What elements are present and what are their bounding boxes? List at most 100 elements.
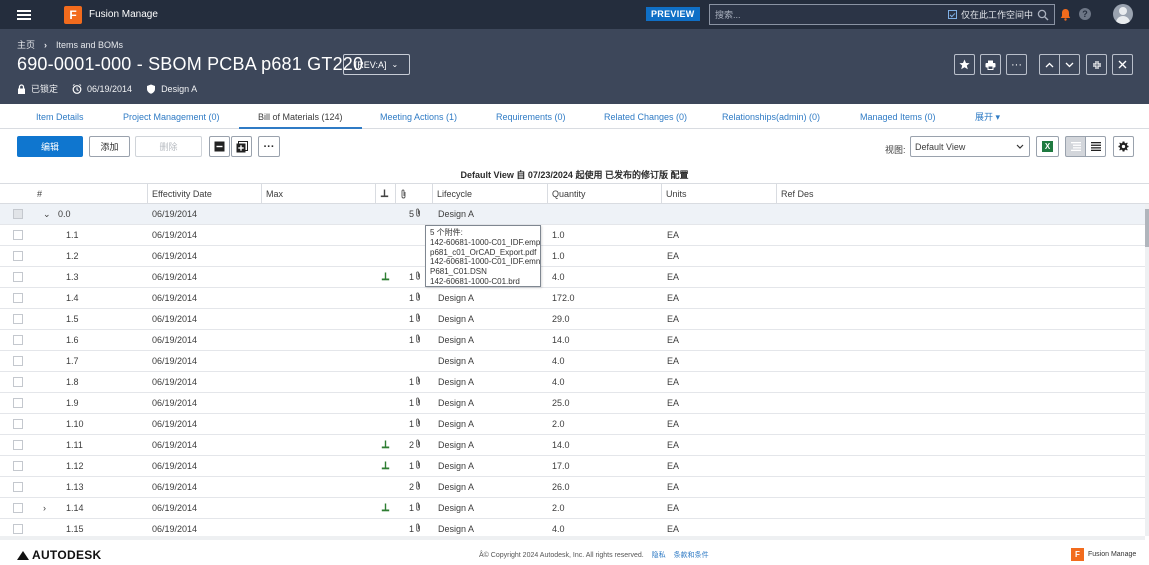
table-row[interactable]: 1.13 06/19/2014 Design A 26.0 EA 2 [0, 477, 1145, 498]
bookmark-button[interactable] [954, 54, 975, 75]
row-checkbox[interactable] [13, 482, 23, 492]
row-checkbox[interactable] [13, 230, 23, 240]
column-header-max[interactable]: Max [261, 184, 375, 204]
tab-bill-of-materials[interactable]: Bill of Materials (124) [239, 104, 362, 129]
row-checkbox[interactable] [13, 272, 23, 282]
attachment-count[interactable]: 2 [409, 435, 421, 456]
flat-view-button[interactable] [1085, 136, 1106, 157]
column-header-attachments[interactable] [395, 184, 432, 204]
row-checkbox[interactable] [13, 440, 23, 450]
attachment-count[interactable]: 2 [409, 477, 421, 498]
view-select[interactable]: Default View [910, 136, 1030, 157]
column-header-ref-des[interactable]: Ref Des [776, 184, 1145, 204]
revision-select[interactable]: [REV:A] ⌄ [343, 54, 410, 75]
table-row[interactable]: 1.2 06/19/2014 1.0 EA [0, 246, 1145, 267]
table-row[interactable]: 1.3 06/19/2014 4.0 EA 1 [0, 267, 1145, 288]
tree-view-button[interactable] [1065, 136, 1086, 157]
table-row[interactable]: 1.6 06/19/2014 Design A 14.0 EA 1 [0, 330, 1145, 351]
pinned-icon[interactable] [381, 503, 390, 512]
pinned-icon[interactable] [381, 440, 390, 449]
tab-requirements[interactable]: Requirements (0) [496, 104, 566, 129]
table-row[interactable]: 1.4 06/19/2014 Design A 172.0 EA 1 [0, 288, 1145, 309]
column-header-number[interactable]: # [33, 184, 147, 204]
edit-button[interactable]: 编辑 [17, 136, 83, 157]
avatar[interactable] [1113, 4, 1133, 24]
table-row[interactable]: 1.1 06/19/2014 1.0 EA [0, 225, 1145, 246]
row-checkbox[interactable] [13, 251, 23, 261]
attachment-count[interactable]: 1 [409, 372, 421, 393]
row-checkbox[interactable] [13, 209, 23, 219]
app-title[interactable]: Fusion Manage [89, 9, 158, 20]
breadcrumb-home[interactable]: 主页 [17, 38, 35, 51]
table-row[interactable]: 1.9 06/19/2014 Design A 25.0 EA 1 [0, 393, 1145, 414]
attachment-count[interactable]: 1 [409, 456, 421, 477]
row-checkbox[interactable] [13, 398, 23, 408]
table-row[interactable]: 1.12 06/19/2014 Design A 17.0 EA 1 [0, 456, 1145, 477]
menu-icon[interactable] [17, 9, 31, 20]
vertical-scrollbar[interactable] [1145, 204, 1149, 536]
tab-project-management[interactable]: Project Management (0) [123, 104, 220, 129]
chevron-right-icon[interactable]: › [43, 498, 46, 519]
row-checkbox[interactable] [13, 335, 23, 345]
collapse-all-button[interactable] [209, 136, 230, 157]
row-checkbox[interactable] [13, 293, 23, 303]
expand-all-button[interactable] [231, 136, 252, 157]
tab-expand-more[interactable]: 展开 ▾ [975, 104, 1000, 129]
table-row[interactable]: 1.8 06/19/2014 Design A 4.0 EA 1 [0, 372, 1145, 393]
next-item-button[interactable] [1059, 54, 1080, 75]
row-checkbox[interactable] [13, 419, 23, 429]
attachment-count[interactable]: 5 [409, 204, 421, 225]
table-row[interactable]: 1.7 06/19/2014 Design A 4.0 EA [0, 351, 1145, 372]
previous-item-button[interactable] [1039, 54, 1060, 75]
pinned-icon[interactable] [381, 461, 390, 470]
column-header-effectivity-date[interactable]: Effectivity Date [147, 184, 261, 204]
attachment-count[interactable]: 1 [409, 519, 421, 536]
more-actions-button[interactable]: ··· [1006, 54, 1027, 75]
column-header-lifecycle[interactable]: Lifecycle [432, 184, 547, 204]
search-input[interactable] [710, 9, 948, 20]
pinned-icon[interactable] [381, 272, 390, 281]
attachment-count[interactable]: 1 [409, 414, 421, 435]
delete-button[interactable]: 删除 [135, 136, 202, 157]
attachment-count[interactable]: 1 [409, 393, 421, 414]
table-row[interactable]: › 1.14 06/19/2014 Design A 2.0 EA 1 [0, 498, 1145, 519]
row-checkbox[interactable] [13, 377, 23, 387]
terms-link[interactable]: 条款和条件 [674, 552, 709, 559]
tab-item-details[interactable]: Item Details [36, 104, 84, 129]
attachment-count[interactable]: 1 [409, 309, 421, 330]
attachment-count[interactable]: 1 [409, 288, 421, 309]
table-row[interactable]: 1.10 06/19/2014 Design A 2.0 EA 1 [0, 414, 1145, 435]
scrollbar-thumb[interactable] [1145, 209, 1149, 247]
toolbar-more-button[interactable]: ··· [258, 136, 280, 157]
column-header-quantity[interactable]: Quantity [547, 184, 661, 204]
export-excel-button[interactable]: X [1036, 136, 1059, 157]
chevron-down-icon[interactable]: ⌄ [43, 204, 51, 225]
tab-related-changes[interactable]: Related Changes (0) [604, 104, 687, 129]
add-button[interactable]: 添加 [89, 136, 130, 157]
row-checkbox[interactable] [13, 356, 23, 366]
attachment-count[interactable]: 1 [409, 498, 421, 519]
tab-meeting-actions[interactable]: Meeting Actions (1) [380, 104, 457, 129]
print-button[interactable] [980, 54, 1001, 75]
privacy-link[interactable]: 隐私 [652, 552, 666, 559]
table-row[interactable]: 1.11 06/19/2014 Design A 14.0 EA 2 [0, 435, 1145, 456]
table-row[interactable]: 1.15 06/19/2014 Design A 4.0 EA 1 [0, 519, 1145, 536]
attachment-count[interactable]: 1 [409, 330, 421, 351]
row-checkbox[interactable] [13, 314, 23, 324]
settings-button[interactable] [1113, 136, 1134, 157]
collapse-header-button[interactable] [1086, 54, 1107, 75]
row-checkbox[interactable] [13, 461, 23, 471]
tab-relationships[interactable]: Relationships(admin) (0) [722, 104, 820, 129]
attachment-count[interactable]: 1 [409, 267, 421, 288]
column-header-pin[interactable] [375, 184, 395, 204]
row-checkbox[interactable] [13, 524, 23, 534]
breadcrumb-workspace[interactable]: Items and BOMs [56, 40, 123, 50]
bell-icon[interactable] [1060, 8, 1071, 21]
table-row[interactable]: 1.5 06/19/2014 Design A 29.0 EA 1 [0, 309, 1145, 330]
column-header-units[interactable]: Units [661, 184, 776, 204]
help-icon[interactable]: ? [1079, 8, 1091, 20]
horizontal-scrollbar[interactable] [0, 536, 1145, 540]
table-row[interactable]: ⌄ 0.0 06/19/2014 Design A 5 [0, 204, 1145, 225]
close-button[interactable] [1112, 54, 1133, 75]
tab-managed-items[interactable]: Managed Items (0) [860, 104, 936, 129]
